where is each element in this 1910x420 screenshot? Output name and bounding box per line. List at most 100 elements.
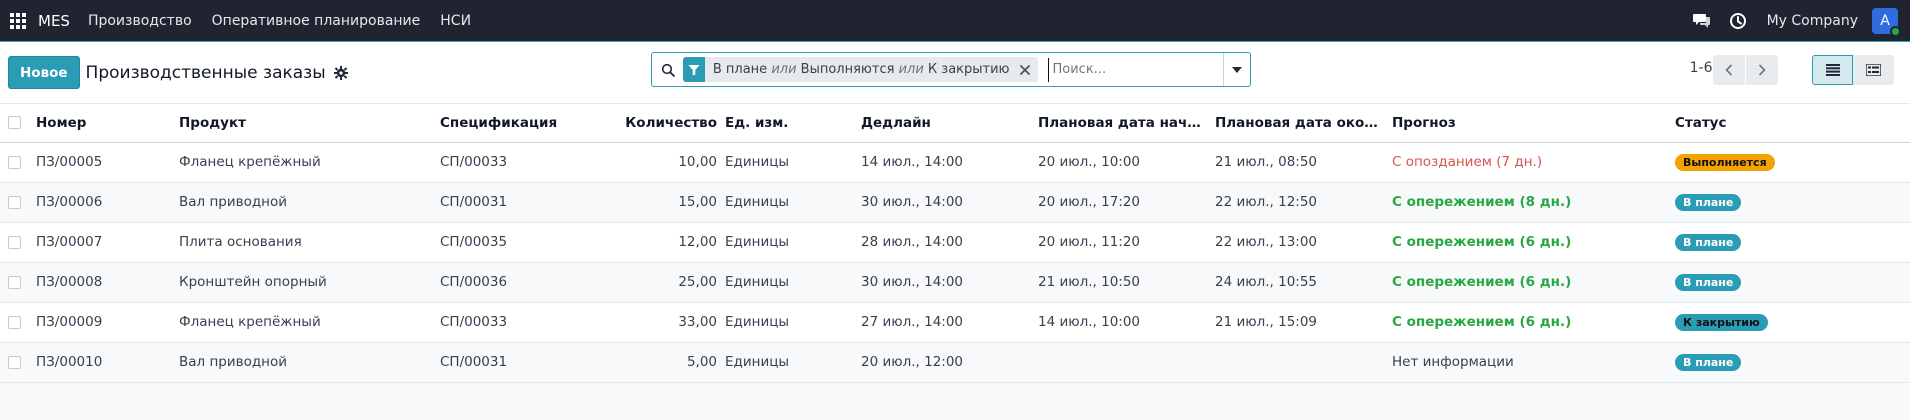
facet-value-planned: В плане xyxy=(712,62,768,77)
cell-number: ПЗ/00005 xyxy=(32,142,175,183)
apps-grid-icon xyxy=(10,13,26,29)
cell-status: К закрытию xyxy=(1671,302,1910,343)
cell-forecast: С опережением (6 дн.) xyxy=(1388,222,1671,263)
cell-number: ПЗ/00010 xyxy=(32,342,175,383)
col-number[interactable]: Номер xyxy=(32,104,175,143)
row-checkbox[interactable] xyxy=(8,155,21,169)
top-navbar: MES Производство Оперативное планировани… xyxy=(0,0,1910,42)
forecast-text: С опережением (6 дн.) xyxy=(1392,234,1572,250)
chat-icon[interactable] xyxy=(1691,10,1713,32)
menu-production[interactable]: Производство xyxy=(88,13,192,29)
control-panel: Новое Производственные заказы В плане ил… xyxy=(0,42,1910,104)
table-row[interactable]: ПЗ/00007 Плита основания СП/00035 12,00 Един… xyxy=(0,222,1910,263)
pager-buttons xyxy=(1713,55,1778,85)
row-checkbox[interactable] xyxy=(8,275,21,289)
facet-separator: или xyxy=(898,62,924,77)
status-badge: К закрытию xyxy=(1675,313,1768,331)
apps-menu-button[interactable] xyxy=(0,0,36,42)
list-view-icon[interactable] xyxy=(1812,55,1853,85)
chevron-right-icon[interactable] xyxy=(1746,55,1778,85)
col-forecast[interactable]: Прогноз xyxy=(1388,104,1671,143)
filter-icon xyxy=(683,57,705,82)
gear-icon[interactable] xyxy=(333,65,348,80)
company-switcher[interactable]: My Company xyxy=(1767,13,1858,29)
cell-deadline: 30 июл., 14:00 xyxy=(857,182,1034,223)
forecast-text: С опережением (8 дн.) xyxy=(1392,194,1572,210)
col-product[interactable]: Продукт xyxy=(175,104,436,143)
cell-start xyxy=(1034,342,1211,383)
search-input[interactable] xyxy=(1047,57,1223,82)
avatar-letter: A xyxy=(1880,13,1890,29)
table-row[interactable]: ПЗ/00005 Фланец крепёжный СП/00033 10,00 Еди… xyxy=(0,142,1910,183)
cell-forecast: С опережением (8 дн.) xyxy=(1388,182,1671,223)
cell-deadline: 27 июл., 14:00 xyxy=(857,302,1034,343)
row-checkbox[interactable] xyxy=(8,235,21,249)
cell-qty: 12,00 xyxy=(621,222,721,263)
status-badge: В плане xyxy=(1675,193,1742,211)
cell-deadline: 30 июл., 14:00 xyxy=(857,262,1034,303)
select-all-checkbox[interactable] xyxy=(8,116,21,130)
chevron-left-icon[interactable] xyxy=(1713,55,1745,85)
cell-forecast: С опережением (6 дн.) xyxy=(1388,262,1671,303)
col-planned-end[interactable]: Плановая дата оконча... xyxy=(1211,104,1388,143)
cell-end: 24 июл., 10:55 xyxy=(1211,262,1388,303)
cell-forecast: С опережением (6 дн.) xyxy=(1388,302,1671,343)
forecast-text: Нет информации xyxy=(1392,354,1514,370)
col-uom[interactable]: Ед. изм. xyxy=(721,104,857,143)
menu-master-data[interactable]: НСИ xyxy=(440,13,471,29)
cell-status: В плане xyxy=(1671,262,1910,303)
table-row[interactable]: ПЗ/00008 Кронштейн опорный СП/00036 25,00 Ед… xyxy=(0,262,1910,303)
cell-number: ПЗ/00007 xyxy=(32,222,175,263)
col-status[interactable]: Статус xyxy=(1671,104,1910,143)
search-icon[interactable] xyxy=(652,63,683,77)
new-button[interactable]: Новое xyxy=(8,56,80,89)
cell-uom: Единицы xyxy=(721,142,857,183)
cell-start: 21 июл., 10:50 xyxy=(1034,262,1211,303)
status-badge: В плане xyxy=(1675,353,1742,371)
cell-uom: Единицы xyxy=(721,262,857,303)
cell-spec: СП/00031 xyxy=(436,342,621,383)
col-deadline[interactable]: Дедлайн xyxy=(857,104,1034,143)
facet-separator: или xyxy=(771,62,797,77)
cell-end xyxy=(1211,342,1388,383)
app-brand[interactable]: MES xyxy=(38,12,70,30)
menu-operational-planning[interactable]: Оперативное планирование xyxy=(212,13,421,29)
row-select-cell xyxy=(0,222,32,263)
orders-list: Номер Продукт Спецификация Количество Ед… xyxy=(0,104,1910,383)
row-checkbox[interactable] xyxy=(8,355,21,369)
cell-start: 20 июл., 10:00 xyxy=(1034,142,1211,183)
status-badge: Выполняется xyxy=(1675,153,1775,171)
filter-facet[interactable]: В плане или Выполняются или К закрытию xyxy=(683,57,1038,82)
col-quantity[interactable]: Количество xyxy=(621,104,721,143)
facet-value-to-close: К закрытию xyxy=(927,62,1010,77)
cell-deadline: 14 июл., 14:00 xyxy=(857,142,1034,183)
cell-number: ПЗ/00008 xyxy=(32,262,175,303)
cell-qty: 33,00 xyxy=(621,302,721,343)
facet-value-in-progress: Выполняются xyxy=(800,62,895,77)
table-row[interactable]: ПЗ/00010 Вал приводной СП/00031 5,00 Единицы… xyxy=(0,342,1910,383)
close-icon[interactable] xyxy=(1019,64,1038,75)
cell-uom: Единицы xyxy=(721,222,857,263)
table-row[interactable]: ПЗ/00009 Фланец крепёжный СП/00033 33,00 Еди… xyxy=(0,302,1910,343)
select-all-cell xyxy=(0,104,32,143)
cell-spec: СП/00036 xyxy=(436,262,621,303)
table-row[interactable]: ПЗ/00006 Вал приводной СП/00031 15,00 Единиц… xyxy=(0,182,1910,223)
online-status-dot xyxy=(1890,26,1901,37)
cell-start: 20 июл., 11:20 xyxy=(1034,222,1211,263)
cell-number: ПЗ/00009 xyxy=(32,302,175,343)
activity-view-icon[interactable] xyxy=(1853,55,1894,85)
col-planned-start[interactable]: Плановая дата начала xyxy=(1034,104,1211,143)
row-checkbox[interactable] xyxy=(8,315,21,329)
cell-start: 14 июл., 10:00 xyxy=(1034,302,1211,343)
caret-down-icon[interactable] xyxy=(1222,53,1251,86)
clock-icon[interactable] xyxy=(1727,10,1749,32)
orders-table: Номер Продукт Спецификация Количество Ед… xyxy=(0,104,1910,383)
navbar-systray: My Company A xyxy=(1691,8,1910,37)
user-avatar[interactable]: A xyxy=(1872,8,1901,37)
cell-status: В плане xyxy=(1671,182,1910,223)
col-spec[interactable]: Спецификация xyxy=(436,104,621,143)
row-checkbox[interactable] xyxy=(8,195,21,209)
cell-end: 21 июл., 08:50 xyxy=(1211,142,1388,183)
cell-product: Плита основания xyxy=(175,222,436,263)
cell-spec: СП/00033 xyxy=(436,142,621,183)
